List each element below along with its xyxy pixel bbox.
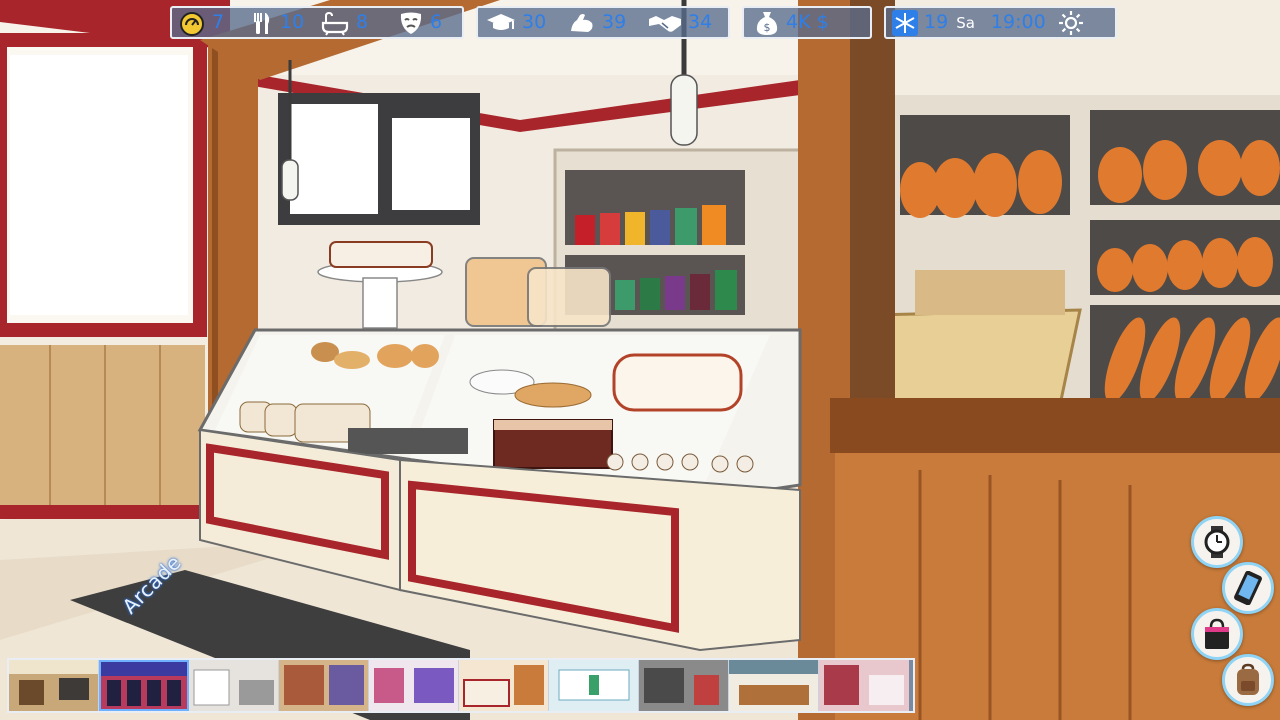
needs-panel: 7 10 8 6	[170, 6, 464, 39]
watch-button[interactable]	[1191, 516, 1243, 568]
wristwatch-icon	[1204, 526, 1230, 558]
mood-value: 6	[430, 11, 443, 33]
location-strip	[7, 658, 915, 713]
backpack-icon	[1237, 663, 1259, 695]
location-thumb-kitchen[interactable]	[189, 660, 279, 711]
weekday-value: Sa	[956, 13, 975, 32]
skills-panel: 30 39 34	[476, 6, 730, 39]
shop-button[interactable]	[1191, 608, 1243, 660]
inventory-button[interactable]	[1222, 654, 1274, 706]
mood-stat: 6	[398, 8, 458, 37]
energy-gauge-icon	[180, 11, 204, 36]
intelligence-stat: 30	[486, 8, 568, 37]
bread-basket	[873, 308, 1082, 407]
clock-value: 19:00	[990, 11, 1046, 33]
money-bag-icon: $	[756, 11, 778, 35]
shopping-bag-icon	[1205, 618, 1229, 649]
energy-value: 7	[212, 11, 225, 33]
handshake-icon	[649, 15, 681, 32]
flexed-arm-icon	[571, 13, 593, 32]
bathtub-icon	[321, 11, 349, 36]
location-thumb-gas-station[interactable]	[639, 660, 729, 711]
location-thumb-pharmacy[interactable]	[549, 660, 639, 711]
phone-button[interactable]	[1222, 562, 1274, 614]
location-thumb-lobby[interactable]	[9, 660, 99, 711]
fitness-stat: 39	[568, 8, 648, 37]
location-thumb-bookstore[interactable]	[279, 660, 369, 711]
hygiene-value: 8	[356, 11, 369, 33]
money-stat: $ 4K $	[754, 8, 829, 37]
game-screen: 7 10 8 6 30 39 34 $ 4K $ 19 Sa 19:00 Arc…	[0, 0, 1280, 720]
charisma-value: 34	[688, 11, 713, 33]
snowflake-icon	[892, 9, 918, 36]
energy-stat: 7	[178, 8, 250, 37]
theater-mask-icon	[400, 12, 422, 34]
bakery-scene	[0, 0, 1280, 720]
location-thumb-bakery[interactable]	[459, 660, 549, 711]
location-thumb-cafe[interactable]	[729, 660, 819, 711]
time-panel: 19 Sa 19:00	[884, 6, 1117, 39]
hunger-stat: 10	[250, 8, 320, 37]
location-thumb-arcade[interactable]	[99, 660, 189, 711]
charisma-stat: 34	[648, 8, 728, 37]
fork-knife-icon	[254, 12, 270, 34]
hygiene-stat: 8	[320, 8, 398, 37]
location-thumb-clothing-store[interactable]	[369, 660, 459, 711]
hunger-value: 10	[280, 11, 305, 33]
location-thumb-club[interactable]	[819, 660, 909, 711]
date-stat: 19 Sa 19:00	[892, 8, 1084, 37]
graduation-cap-icon	[487, 13, 515, 30]
money-value: 4K $	[786, 11, 829, 33]
money-panel: $ 4K $	[742, 6, 872, 39]
day-value: 19	[924, 11, 949, 33]
fitness-value: 39	[602, 11, 627, 33]
svg-text:$: $	[764, 21, 771, 34]
smartphone-icon	[1234, 571, 1262, 605]
intelligence-value: 30	[522, 11, 547, 33]
sun-icon[interactable]	[1058, 10, 1084, 36]
